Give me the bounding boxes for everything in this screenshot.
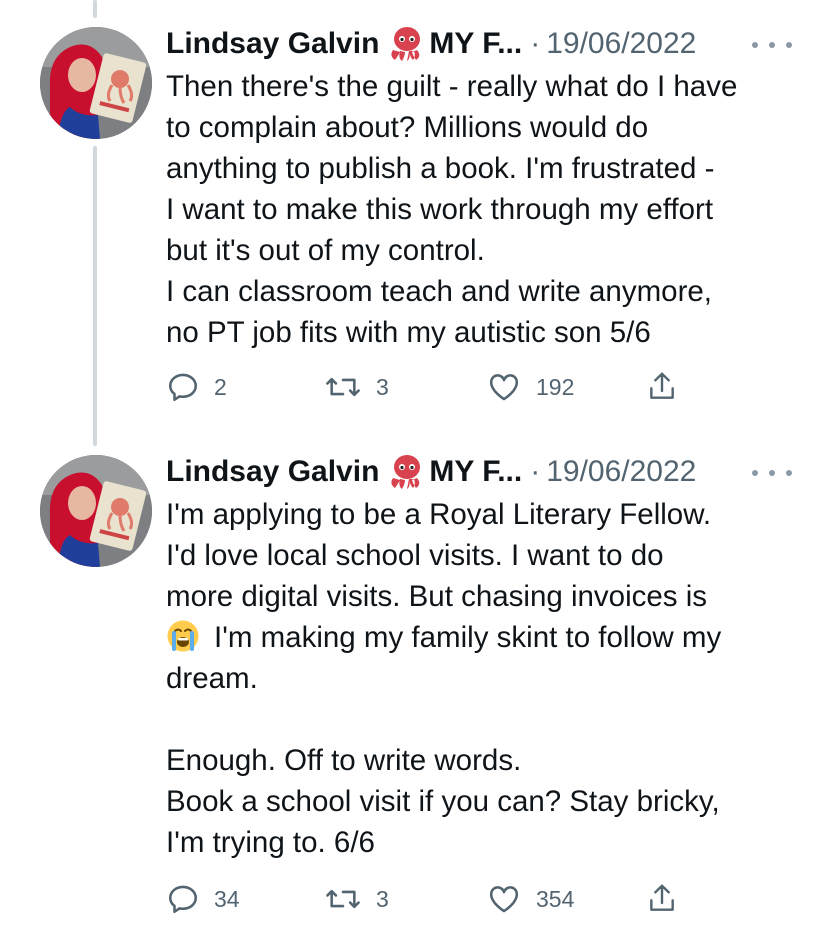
tweet-text-line: dream. <box>166 662 258 695</box>
author-name-suffix[interactable]: MY F... <box>429 455 522 489</box>
retweet-count: 3 <box>376 373 389 400</box>
retweet-icon <box>324 370 362 404</box>
like-icon <box>486 370 522 404</box>
tweet-1[interactable]: Lindsay Galvin MY F... · 19/06/2022 Then… <box>0 22 828 412</box>
tweet-actions: 34 3 354 <box>166 879 686 919</box>
tweet-text-line-with-emoji: I'm making my family skint to follow my <box>166 617 806 658</box>
tweet-actions: 2 3 192 <box>166 367 686 407</box>
share-icon <box>646 881 678 917</box>
tweet-text-line: Book a school visit if you can? Stay bri… <box>166 785 720 818</box>
author-avatar[interactable] <box>40 455 152 567</box>
share-button[interactable] <box>646 367 678 407</box>
reply-button[interactable]: 34 <box>166 879 240 919</box>
tweet-text-line: more digital visits. But chasing invoice… <box>166 580 708 613</box>
retweet-count: 3 <box>376 885 389 912</box>
like-button[interactable]: 192 <box>486 367 574 407</box>
tweet-text-line: I can classroom teach and write anymore, <box>166 275 712 308</box>
like-count: 192 <box>536 373 575 400</box>
tweet-text: Then there's the guilt - really what do … <box>166 66 806 353</box>
tweet-header: Lindsay Galvin MY F... · 19/06/2022 <box>166 450 696 494</box>
tweet-text-line: but it's out of my control. <box>166 234 485 267</box>
tweet-text: I'm applying to be a Royal Literary Fell… <box>166 494 806 863</box>
like-icon <box>486 882 522 916</box>
author-avatar[interactable] <box>40 27 152 139</box>
separator-dot: · <box>530 27 541 60</box>
reply-count: 2 <box>214 373 227 400</box>
tweet-header: Lindsay Galvin MY F... · 19/06/2022 <box>166 22 696 66</box>
more-options-icon[interactable] <box>752 458 792 488</box>
reply-icon <box>166 882 200 916</box>
tweet-text-line: anything to publish a book. I'm frustrat… <box>166 152 715 185</box>
tweet-text-line: I want to make this work through my effo… <box>166 193 714 226</box>
tweet-text-line: Enough. Off to write words. <box>166 744 522 777</box>
retweet-icon <box>324 882 362 916</box>
tweet-text-line: no PT job fits with my autistic son 5/6 <box>166 316 651 349</box>
tweet-text-line: Then there's the guilt - really what do … <box>166 70 738 103</box>
tweet-2[interactable]: Lindsay Galvin MY F... · 19/06/2022 I'm … <box>0 450 828 920</box>
reply-count: 34 <box>214 885 240 912</box>
tweet-text-line: I'd love local school visits. I want to … <box>166 539 664 572</box>
thread-line-top <box>93 0 97 18</box>
retweet-button[interactable]: 3 <box>324 367 389 407</box>
tweet-text-line: I'm making my family skint to follow my <box>214 621 722 654</box>
like-button[interactable]: 354 <box>486 879 574 919</box>
tweet-text-line: I'm trying to. 6/6 <box>166 826 375 859</box>
loudly-crying-face-emoji-icon <box>166 619 200 653</box>
author-name[interactable]: Lindsay Galvin <box>166 455 379 489</box>
tweet-date[interactable]: 19/06/2022 <box>546 455 696 489</box>
octopus-emoji-icon <box>387 26 427 62</box>
author-name[interactable]: Lindsay Galvin <box>166 27 379 61</box>
share-icon <box>646 369 678 405</box>
more-options-icon[interactable] <box>752 30 792 60</box>
author-name-suffix[interactable]: MY F... <box>429 27 522 61</box>
tweet-date[interactable]: 19/06/2022 <box>546 27 696 61</box>
reply-button[interactable]: 2 <box>166 367 227 407</box>
reply-icon <box>166 370 200 404</box>
like-count: 354 <box>536 885 575 912</box>
tweet-text-line: I'm applying to be a Royal Literary Fell… <box>166 498 712 531</box>
retweet-button[interactable]: 3 <box>324 879 389 919</box>
separator-dot: · <box>530 455 541 488</box>
tweet-text-line: to complain about? Millions would do <box>166 111 649 144</box>
share-button[interactable] <box>646 879 678 919</box>
octopus-emoji-icon <box>387 454 427 490</box>
